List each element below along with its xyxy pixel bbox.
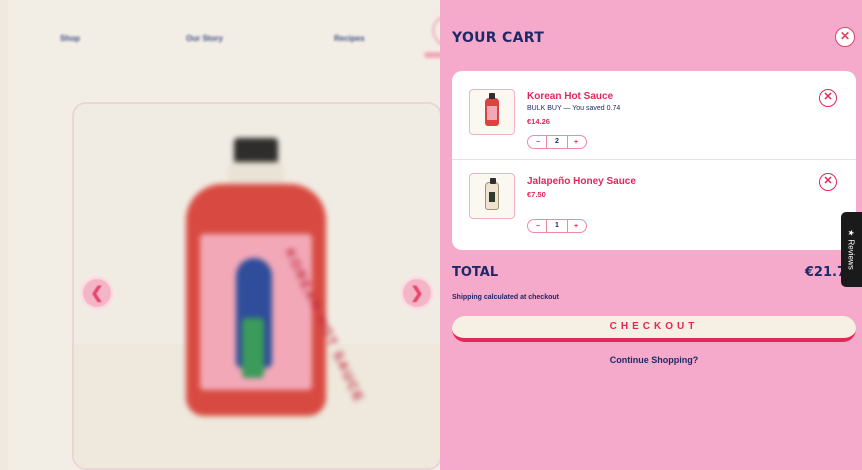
chevron-right-icon: ❯ xyxy=(410,285,424,302)
carousel-next-button[interactable]: ❯ xyxy=(400,276,434,310)
total-label: TOTAL xyxy=(452,265,499,280)
quantity-value[interactable]: 2 xyxy=(546,136,568,148)
nav-our-story[interactable]: Our Story xyxy=(186,34,223,43)
item-price: €7.50 xyxy=(527,190,546,199)
item-price: €14.26 xyxy=(527,117,550,126)
product-page-background: Shop Our Story Recipes KOREAN HOT SAUCE … xyxy=(0,0,440,470)
close-cart-button[interactable]: ✕ xyxy=(835,27,855,47)
site-nav: Shop Our Story Recipes xyxy=(8,34,440,50)
close-icon: ✕ xyxy=(839,29,851,43)
bulk-buy-note: BULK BUY — You saved 0.74 xyxy=(527,105,621,112)
quantity-value[interactable]: 1 xyxy=(546,220,568,232)
remove-item-button[interactable]: ✕ xyxy=(819,89,837,107)
star-icon: ★ xyxy=(847,229,856,237)
cart-item: Korean Hot Sauce BULK BUY — You saved 0.… xyxy=(452,71,856,159)
checkout-button[interactable]: CHECKOUT xyxy=(452,316,856,342)
quantity-stepper: − 1 + xyxy=(527,219,587,233)
decrease-quantity-button[interactable]: − xyxy=(533,223,543,230)
close-icon: ✕ xyxy=(823,175,833,187)
shipping-note: Shipping calculated at checkout xyxy=(452,294,559,301)
reviews-tab[interactable]: ★ Reviews xyxy=(841,212,862,287)
product-thumbnail[interactable] xyxy=(469,173,515,219)
reviews-label: Reviews xyxy=(847,239,856,270)
bottle-icon xyxy=(485,178,499,210)
cart-items-list: Korean Hot Sauce BULK BUY — You saved 0.… xyxy=(452,71,856,250)
bottle-icon xyxy=(485,93,499,126)
product-image-frame: KOREAN HOT SAUCE xyxy=(72,102,440,470)
increase-quantity-button[interactable]: + xyxy=(571,223,581,230)
continue-shopping-link[interactable]: Continue Shopping? xyxy=(452,355,856,365)
cart-item: Jalapeño Honey Sauce €7.50 − 1 + ✕ xyxy=(452,159,856,247)
cart-title: YOUR CART xyxy=(452,30,545,46)
nav-recipes[interactable]: Recipes xyxy=(334,34,365,43)
nav-shop[interactable]: Shop xyxy=(60,34,80,43)
item-name[interactable]: Jalapeño Honey Sauce xyxy=(527,176,636,187)
brand-logo[interactable] xyxy=(420,14,440,66)
chevron-left-icon: ❮ xyxy=(90,285,104,302)
close-icon: ✕ xyxy=(823,91,833,103)
increase-quantity-button[interactable]: + xyxy=(571,139,581,146)
hot-sauce-bottle-image: KOREAN HOT SAUCE xyxy=(186,138,367,418)
decrease-quantity-button[interactable]: − xyxy=(533,139,543,146)
cart-drawer: YOUR CART ✕ Korean Hot Sauce BULK BUY — … xyxy=(440,0,862,470)
remove-item-button[interactable]: ✕ xyxy=(819,173,837,191)
quantity-stepper: − 2 + xyxy=(527,135,587,149)
product-thumbnail[interactable] xyxy=(469,89,515,135)
carousel-prev-button[interactable]: ❮ xyxy=(80,276,114,310)
item-name[interactable]: Korean Hot Sauce xyxy=(527,91,613,102)
total-value: €21.7 xyxy=(804,265,846,280)
